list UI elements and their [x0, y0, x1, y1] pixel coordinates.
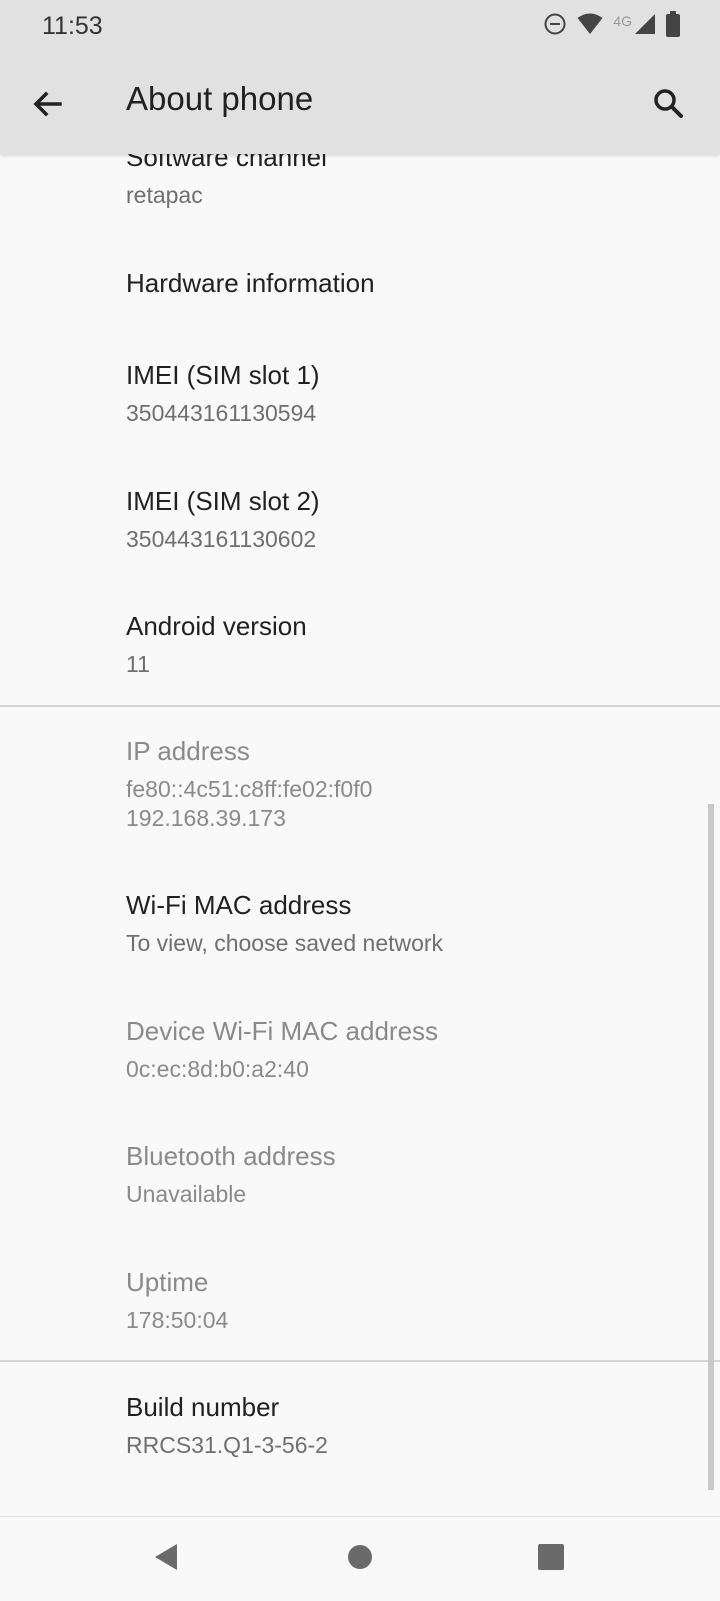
status-icons: 4G	[543, 10, 680, 42]
item-title: IMEI (SIM slot 2)	[126, 486, 320, 516]
item-title: Hardware information	[126, 268, 375, 298]
list-item-build-number[interactable]: Build number RRCS31.Q1-3-56-2	[126, 1392, 720, 1460]
do-not-disturb-icon	[543, 12, 567, 41]
list-item-bluetooth-address: Bluetooth address Unavailable	[126, 1141, 720, 1209]
list-item-imei-sim-2[interactable]: IMEI (SIM slot 2) 350443161130602	[126, 486, 720, 554]
item-title: IMEI (SIM slot 1)	[126, 360, 320, 390]
item-summary: 178:50:04	[126, 1307, 229, 1333]
search-icon	[646, 89, 690, 130]
list-item-wifi-mac-address[interactable]: Wi-Fi MAC address To view, choose saved …	[126, 890, 720, 958]
list-item-device-wifi-mac-address: Device Wi-Fi MAC address 0c:ec:8d:b0:a2:…	[126, 1016, 720, 1084]
network-type-label: 4G	[613, 13, 632, 29]
item-summary: Unavailable	[126, 1181, 247, 1207]
nav-back-button[interactable]	[144, 1537, 188, 1581]
settings-list[interactable]: Software channel retapac Hardware inform…	[0, 154, 720, 1516]
item-title: Software channel	[126, 154, 327, 172]
navigation-bar	[0, 1516, 720, 1601]
item-title: Android version	[126, 611, 307, 641]
item-title: Wi-Fi MAC address	[126, 890, 352, 920]
nav-recents-button[interactable]	[529, 1537, 573, 1581]
item-summary: RRCS31.Q1-3-56-2	[126, 1432, 328, 1458]
scrollbar[interactable]	[708, 804, 714, 1490]
item-summary: 350443161130602	[126, 526, 317, 552]
back-triangle-icon	[151, 1542, 181, 1577]
section-divider	[0, 1360, 720, 1362]
item-summary: 11	[126, 651, 150, 677]
item-summary: retapac	[126, 182, 203, 208]
arrow-left-icon	[26, 91, 70, 130]
item-summary: To view, choose saved network	[126, 930, 444, 956]
list-item-ip-address: IP address fe80::4c51:c8ff:fe02:f0f0 192…	[126, 736, 720, 833]
status-bar: 11:53 4G	[0, 0, 720, 52]
item-title: IP address	[126, 736, 250, 766]
wifi-icon	[577, 13, 603, 40]
status-time: 11:53	[42, 12, 103, 40]
page-title: About phone	[126, 80, 314, 117]
back-button[interactable]	[26, 82, 70, 126]
battery-icon	[666, 10, 680, 42]
list-item-uptime: Uptime 178:50:04	[126, 1267, 720, 1335]
list-item-hardware-information[interactable]: Hardware information	[126, 268, 720, 299]
item-title: Build number	[126, 1392, 280, 1422]
app-toolbar: About phone	[0, 52, 720, 154]
home-circle-icon	[346, 1543, 374, 1576]
section-divider	[0, 705, 720, 707]
list-item-software-channel[interactable]: Software channel retapac	[126, 154, 720, 210]
nav-home-button[interactable]	[338, 1537, 382, 1581]
list-item-imei-sim-1[interactable]: IMEI (SIM slot 1) 350443161130594	[126, 360, 720, 428]
item-title: Bluetooth address	[126, 1141, 336, 1171]
item-summary: fe80::4c51:c8ff:fe02:f0f0 192.168.39.173	[126, 776, 373, 831]
item-summary: 350443161130594	[126, 400, 317, 426]
item-summary: 0c:ec:8d:b0:a2:40	[126, 1056, 309, 1082]
search-button[interactable]	[646, 82, 690, 126]
cellular-signal-icon	[634, 13, 656, 40]
recents-square-icon	[537, 1543, 565, 1576]
item-title: Uptime	[126, 1267, 209, 1297]
item-title: Device Wi-Fi MAC address	[126, 1016, 439, 1046]
list-item-android-version[interactable]: Android version 11	[126, 611, 720, 679]
